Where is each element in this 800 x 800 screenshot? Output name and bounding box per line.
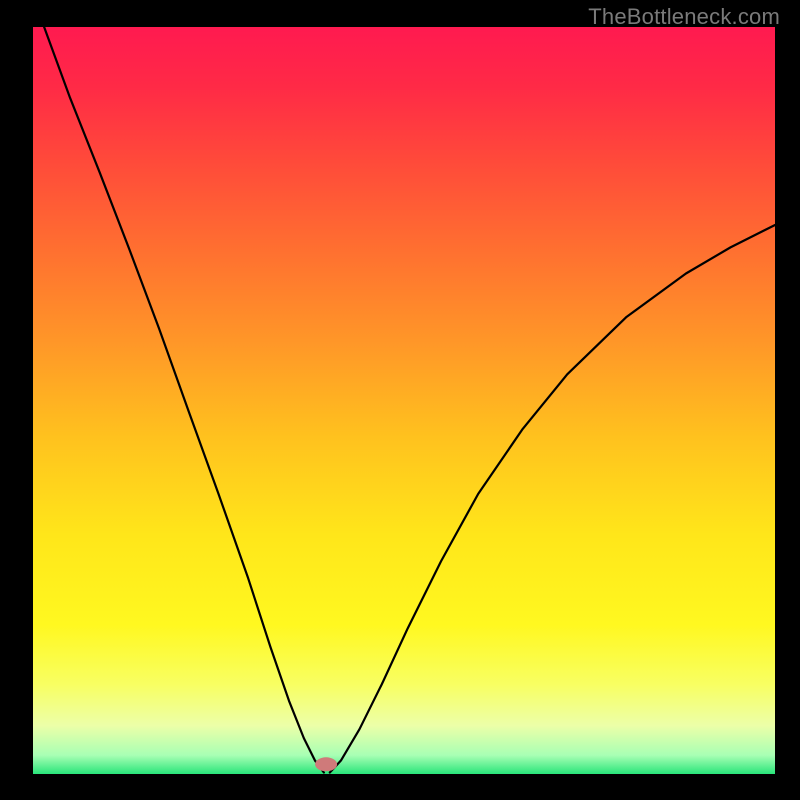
gradient-background: [33, 27, 775, 774]
outer-frame: TheBottleneck.com: [0, 0, 800, 800]
min-marker: [315, 757, 337, 771]
plot-area: [33, 27, 775, 774]
chart-svg: [33, 27, 775, 774]
watermark-text: TheBottleneck.com: [588, 4, 780, 30]
